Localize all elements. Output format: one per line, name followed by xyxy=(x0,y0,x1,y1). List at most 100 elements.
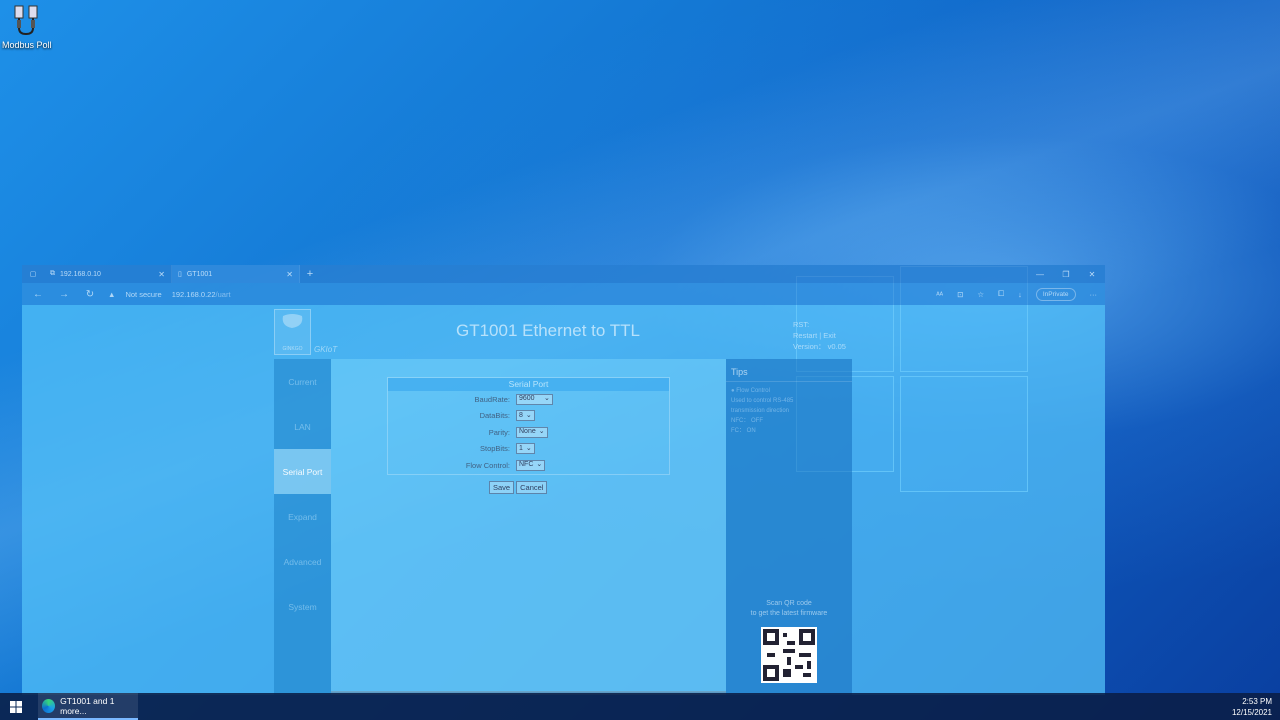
chevron-down-icon: ⌄ xyxy=(538,428,545,436)
security-label[interactable]: Not secure xyxy=(125,290,161,299)
stopbits-label: StopBits: xyxy=(479,444,510,454)
nav-item-advanced[interactable]: Advanced xyxy=(274,539,331,584)
tips-line: Used to control RS-485 xyxy=(731,398,794,404)
taskbar-app-label: GT1001 and 1 more... xyxy=(60,695,115,716)
refresh-icon[interactable]: ↻ xyxy=(82,289,98,300)
serial-port-form: Serial Port BaudRate: 9600 ⌄ DataBits: 8 ⌄… xyxy=(387,377,670,475)
forward-icon[interactable]: → xyxy=(56,289,72,300)
form-buttons: Save Cancel xyxy=(489,481,548,494)
address-bar: ← → ↻ ▲ Not secure 192.168.0.22/uart ᴬᴬ … xyxy=(22,283,1105,305)
tab-title: 192.168.0.10 xyxy=(60,270,101,278)
scan-line-1: Scan QR code xyxy=(766,600,812,607)
nav-item-lan[interactable]: LAN xyxy=(274,404,331,449)
chevron-down-icon: ⌄ xyxy=(536,461,543,469)
edge-browser-icon xyxy=(42,698,56,713)
select-value: 8 xyxy=(519,411,523,419)
collections-icon[interactable]: ⧠ xyxy=(998,289,1004,299)
flow-control-label: Flow Control: xyxy=(465,460,510,470)
side-nav: Current LAN Serial Port Expand Advanced … xyxy=(274,359,331,695)
scan-qr-caption: Scan QR code to get the latest firmware xyxy=(726,599,852,619)
baudrate-select[interactable]: 9600 ⌄ xyxy=(516,393,553,405)
minimize-icon[interactable]: — xyxy=(1027,270,1053,279)
tips-line: ● Flow Control xyxy=(731,388,770,394)
tips-panel: Tips ● Flow Control Used to control RS-4… xyxy=(726,359,852,695)
warning-icon[interactable]: ▲ xyxy=(108,290,115,299)
desktop-icon-label: Modbus Poll xyxy=(2,40,52,50)
databits-select[interactable]: 8 ⌄ xyxy=(516,410,535,422)
save-button[interactable]: Save xyxy=(489,481,515,494)
windows-start-icon xyxy=(10,700,22,713)
form-header: Serial Port xyxy=(388,378,669,391)
chevron-down-icon: ⌄ xyxy=(525,444,532,452)
nav-item-expand[interactable]: Expand xyxy=(274,494,331,539)
tips-line: FC： ON xyxy=(731,428,756,434)
select-value: None xyxy=(519,428,536,436)
page-icon: ⧉ xyxy=(50,270,55,277)
restart-exit-links[interactable]: Restart | Exit xyxy=(793,330,846,341)
ginkgo-leaf-icon xyxy=(282,314,303,338)
stopbits-select[interactable]: 1 ⌄ xyxy=(516,443,535,455)
qr-code-icon xyxy=(761,627,817,683)
sub-brand: GKIoT xyxy=(314,345,338,354)
browser-window: ▢ ⧉ 192.168.0.10 ✕ ▯ GT1001 ✕ + — ❐ ✕ ← … xyxy=(22,265,1105,695)
url-field[interactable]: 192.168.0.22/uart xyxy=(172,290,231,299)
parity-select[interactable]: None ⌄ xyxy=(516,426,548,438)
clock-date: 12/15/2021 xyxy=(1231,707,1272,717)
rst-label: RST: xyxy=(793,320,810,329)
taskbar: GT1001 and 1 more... 2:53 PM 12/15/2021 xyxy=(0,693,1280,720)
parity-row: Parity: None ⌄ xyxy=(388,424,669,441)
url-path: /uart xyxy=(215,289,231,299)
select-value: 1 xyxy=(519,444,523,452)
url-host: 192.168.0.22 xyxy=(171,289,216,299)
nav-item-current[interactable]: Current xyxy=(274,359,331,404)
select-value: NFC xyxy=(519,461,534,469)
downloads-icon[interactable]: ↓ xyxy=(1018,290,1022,299)
parity-label: Parity: xyxy=(488,427,510,437)
extensions-icon[interactable]: ⊡ xyxy=(957,290,963,299)
brand-text: GINKGO xyxy=(282,346,303,352)
window-controls: — ❐ ✕ xyxy=(1027,270,1105,279)
tab-title: GT1001 xyxy=(186,270,213,278)
close-icon[interactable]: ✕ xyxy=(1079,270,1105,279)
document-icon: ▯ xyxy=(178,271,182,278)
modbus-poll-desktop-icon[interactable]: Modbus Poll xyxy=(2,4,52,50)
scan-line-2: to get the latest firmware xyxy=(750,610,828,617)
inprivate-badge[interactable]: InPrivate xyxy=(1035,287,1076,301)
tab-actions-icon[interactable]: ▢ xyxy=(22,270,44,278)
databits-row: DataBits: 8 ⌄ xyxy=(388,408,669,425)
tips-line: NFC： OFF xyxy=(731,418,763,424)
page-title: GT1001 Ethernet to TTL xyxy=(456,321,640,340)
databits-label: DataBits: xyxy=(479,411,510,421)
tab-gt1001[interactable]: ▯ GT1001 ✕ xyxy=(172,265,300,283)
header-info: RST: Restart | Exit Version： v0.05 xyxy=(793,319,846,352)
baudrate-label: BaudRate: xyxy=(474,394,510,404)
start-button[interactable] xyxy=(0,693,32,720)
ginkgo-logo: GINKGO xyxy=(274,309,311,355)
modbus-poll-icon xyxy=(11,4,41,36)
tab-bar: ▢ ⧉ 192.168.0.10 ✕ ▯ GT1001 ✕ + — ❐ ✕ xyxy=(22,265,1105,283)
chevron-down-icon: ⌄ xyxy=(525,411,532,419)
version-label: Version： v0.05 xyxy=(793,342,846,351)
select-value: 9600 xyxy=(519,395,535,403)
nav-item-serial-port[interactable]: Serial Port xyxy=(274,449,331,494)
system-clock[interactable]: 2:53 PM 12/15/2021 xyxy=(1232,696,1272,718)
main-panel: Serial Port BaudRate: 9600 ⌄ DataBits: 8 ⌄… xyxy=(331,359,726,692)
close-tab-icon[interactable]: ✕ xyxy=(286,270,293,279)
flow-control-row: Flow Control: NFC ⌄ xyxy=(388,457,669,474)
restore-icon[interactable]: ❐ xyxy=(1053,270,1079,279)
page-content: GINKGO GKIoT GT1001 Ethernet to TTL RST:… xyxy=(22,305,1105,695)
clock-time: 2:53 PM xyxy=(1242,696,1272,706)
new-tab-button[interactable]: + xyxy=(300,268,320,280)
back-icon[interactable]: ← xyxy=(30,289,46,300)
flow-control-select[interactable]: NFC ⌄ xyxy=(516,459,546,471)
cancel-button[interactable]: Cancel xyxy=(516,481,548,494)
nav-item-system[interactable]: System xyxy=(274,584,331,629)
baudrate-row: BaudRate: 9600 ⌄ xyxy=(388,391,669,408)
taskbar-edge-app[interactable]: GT1001 and 1 more... xyxy=(38,693,138,720)
tab-192-168-0-10[interactable]: ⧉ 192.168.0.10 ✕ xyxy=(44,265,172,283)
favorites-icon[interactable]: ☆ xyxy=(977,290,984,299)
more-icon[interactable]: ··· xyxy=(1090,290,1098,299)
read-aloud-icon[interactable]: ᴬᴬ xyxy=(936,290,943,299)
close-tab-icon[interactable]: ✕ xyxy=(158,270,165,279)
tips-line: transmission direction xyxy=(731,408,790,414)
